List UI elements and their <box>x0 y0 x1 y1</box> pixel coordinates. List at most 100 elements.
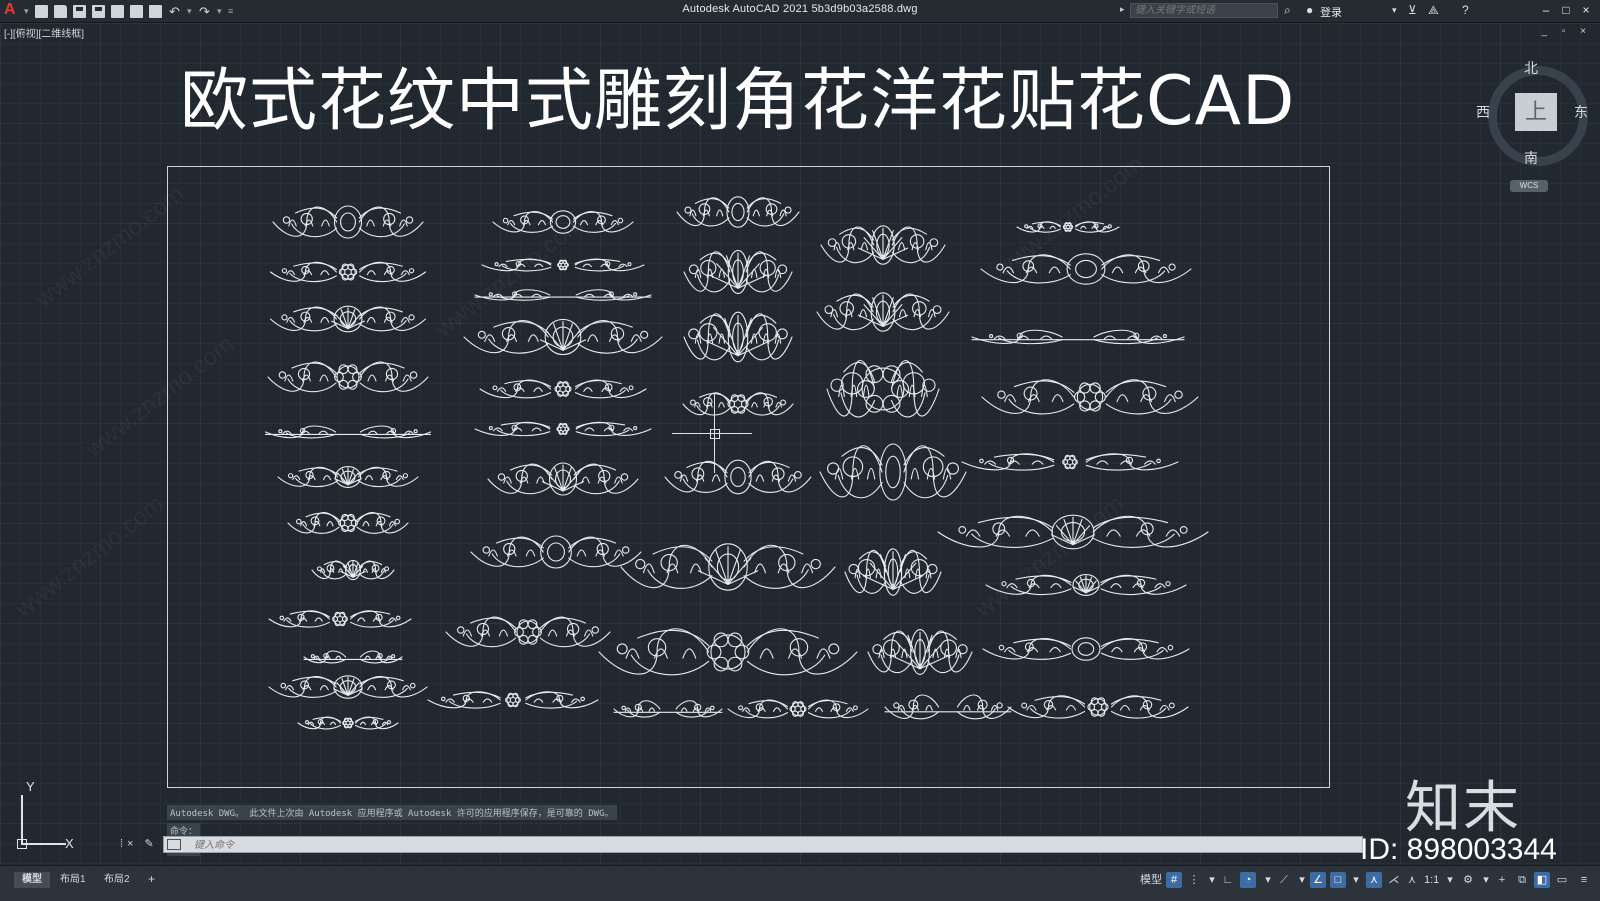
snap-icon[interactable]: ⋮ <box>1186 872 1202 888</box>
cart-icon[interactable]: ⊻ <box>1408 3 1417 17</box>
isodraft-icon[interactable]: ⟋ <box>1276 872 1292 888</box>
login-dropdown-icon[interactable]: ▾ <box>1392 3 1397 17</box>
command-line[interactable] <box>163 836 1363 854</box>
redo-dropdown-icon[interactable]: ▾ <box>217 5 224 18</box>
save-as-icon[interactable] <box>92 4 105 18</box>
object-snap-tracking-icon[interactable]: ∠ <box>1310 872 1326 888</box>
tab-model[interactable]: 模型 <box>14 872 50 888</box>
grid-icon[interactable]: # <box>1166 872 1182 888</box>
command-input[interactable] <box>192 837 1096 854</box>
ucs-y-axis <box>21 795 23 845</box>
viewcube[interactable]: 上 北 南 西 东 <box>1476 58 1590 168</box>
undo-dropdown-icon[interactable]: ▾ <box>187 5 194 18</box>
ornament-drawing <box>481 258 645 272</box>
tab-layout2[interactable]: 布局2 <box>96 872 138 888</box>
ornament-drawing <box>269 261 427 283</box>
compass-east-label[interactable]: 东 <box>1574 102 1588 122</box>
ornament-drawing <box>268 675 428 699</box>
customize-toolbar-icon[interactable]: ≡ <box>228 5 235 18</box>
isolate-objects-icon[interactable]: ◧ <box>1534 872 1550 888</box>
object-snap-icon[interactable]: □ <box>1330 872 1346 888</box>
ucs-y-label: Y <box>26 779 35 794</box>
close-button[interactable]: × <box>1576 2 1596 18</box>
tab-layout1[interactable]: 布局1 <box>52 872 94 888</box>
ornament-drawing <box>683 249 793 295</box>
ornament-drawing <box>884 694 1012 720</box>
ornament-drawing <box>816 292 950 332</box>
polar-dropdown-icon[interactable]: ▾ <box>1260 872 1276 888</box>
viewport-window-controls[interactable]: _ ▫ × <box>1541 26 1592 37</box>
ornament-drawing <box>613 700 723 718</box>
user-icon[interactable]: ● <box>1306 3 1313 17</box>
undo-icon[interactable]: ↶ <box>168 5 181 18</box>
ornament-drawing <box>937 514 1209 550</box>
ornament-drawing <box>470 535 642 569</box>
workspace-dropdown-icon[interactable]: ▾ <box>1478 872 1494 888</box>
drawing-border-frame <box>167 166 1330 788</box>
ornament-drawing <box>867 629 973 675</box>
autodesk-app-icon[interactable]: ⟁ <box>1428 3 1439 17</box>
polar-tracking-icon[interactable]: ◔ <box>1240 872 1256 888</box>
minimize-button[interactable]: – <box>1536 2 1556 18</box>
command-history-line: Autodesk DWG。 此文件上次由 Autodesk 应用程序或 Auto… <box>167 805 617 820</box>
compass-north-label[interactable]: 北 <box>1524 58 1538 78</box>
drawing-viewport[interactable]: [-][俯视][二维线框] _ ▫ × www.znzmo.com www.zn… <box>0 23 1600 865</box>
ornament-drawing <box>267 361 429 393</box>
app-menu-chevron-icon[interactable]: ▾ <box>24 5 31 18</box>
publish-icon[interactable] <box>111 4 124 18</box>
maximize-button[interactable]: □ <box>1556 2 1576 18</box>
ornament-drawing <box>427 691 599 709</box>
ucs-x-axis <box>21 843 66 845</box>
units-icon[interactable]: ⧉ <box>1514 872 1530 888</box>
snap-dropdown-icon[interactable]: ▾ <box>1204 872 1220 888</box>
command-line-close-icon[interactable]: ⁞× ✎ <box>120 837 158 850</box>
ornament-drawing <box>820 225 946 265</box>
print-icon[interactable] <box>149 4 162 18</box>
search-icon[interactable]: ⌕ <box>1284 3 1291 17</box>
plot-preview-icon[interactable] <box>130 4 143 18</box>
autocad-logo-icon[interactable]: A <box>4 1 18 19</box>
help-icon[interactable]: ? <box>1462 3 1469 17</box>
command-prompt-icon[interactable] <box>167 839 181 850</box>
auto-scale-icon[interactable]: ⋌ <box>1386 872 1402 888</box>
ornament-drawing <box>676 196 800 228</box>
workspace-gear-icon[interactable]: ⚙ <box>1460 872 1476 888</box>
ornament-drawing <box>819 443 967 501</box>
customization-menu-icon[interactable]: ≡ <box>1576 872 1592 888</box>
ornament-drawing <box>463 318 663 356</box>
add-layout-button[interactable]: + <box>148 872 155 886</box>
new-file-icon[interactable] <box>35 4 48 18</box>
compass-west-label[interactable]: 西 <box>1476 102 1490 122</box>
search-expand-icon[interactable]: ▸ <box>1120 4 1125 15</box>
scale-dropdown-icon[interactable]: ▾ <box>1442 872 1458 888</box>
add-scale-icon[interactable]: + <box>1494 872 1510 888</box>
fullscreen-icon[interactable]: ▭ <box>1554 872 1570 888</box>
viewcube-top-face[interactable]: 上 <box>1515 93 1557 131</box>
viewport-controls-label[interactable]: [-][俯视][二维线框] <box>4 25 84 40</box>
ornament-drawing <box>971 329 1185 345</box>
ornament-drawing <box>1007 695 1189 719</box>
object-snap-dropdown-icon[interactable]: ▾ <box>1348 872 1364 888</box>
annotation-visibility-icon[interactable]: ⋏ <box>1366 872 1382 888</box>
annotation-scale-value[interactable]: 1:1 <box>1424 873 1439 887</box>
status-bar: 模型 布局1 布局2 + 模型 # ⋮ ▾ ∟ ◔ ▾ ⟋ ▾ ∠ □ ▾ ⋏ … <box>0 865 1600 901</box>
ortho-icon[interactable]: ∟ <box>1220 872 1236 888</box>
save-icon[interactable] <box>73 4 86 18</box>
isodraft-dropdown-icon[interactable]: ▾ <box>1294 872 1310 888</box>
drawing-title-text: 欧式花纹中式雕刻角花洋花贴花CAD <box>180 62 1296 141</box>
redo-icon[interactable]: ↷ <box>198 5 211 18</box>
model-space-toggle[interactable]: 模型 <box>1140 873 1162 887</box>
ucs-x-label: X <box>65 836 74 851</box>
ornament-drawing <box>826 359 940 418</box>
compass-south-label[interactable]: 南 <box>1524 148 1538 168</box>
ornament-drawing <box>844 548 942 596</box>
login-link[interactable]: 登录 <box>1320 4 1342 20</box>
crosshair-pickbox <box>710 429 720 439</box>
wcs-menu-button[interactable]: WCS <box>1510 180 1548 192</box>
ornament-drawing <box>268 610 412 628</box>
annotation-scale-icon[interactable]: ⋏ <box>1404 872 1420 888</box>
ornament-drawing <box>269 305 427 333</box>
search-input[interactable] <box>1130 3 1278 18</box>
ucs-origin-box <box>17 839 27 849</box>
open-folder-icon[interactable] <box>54 4 67 18</box>
